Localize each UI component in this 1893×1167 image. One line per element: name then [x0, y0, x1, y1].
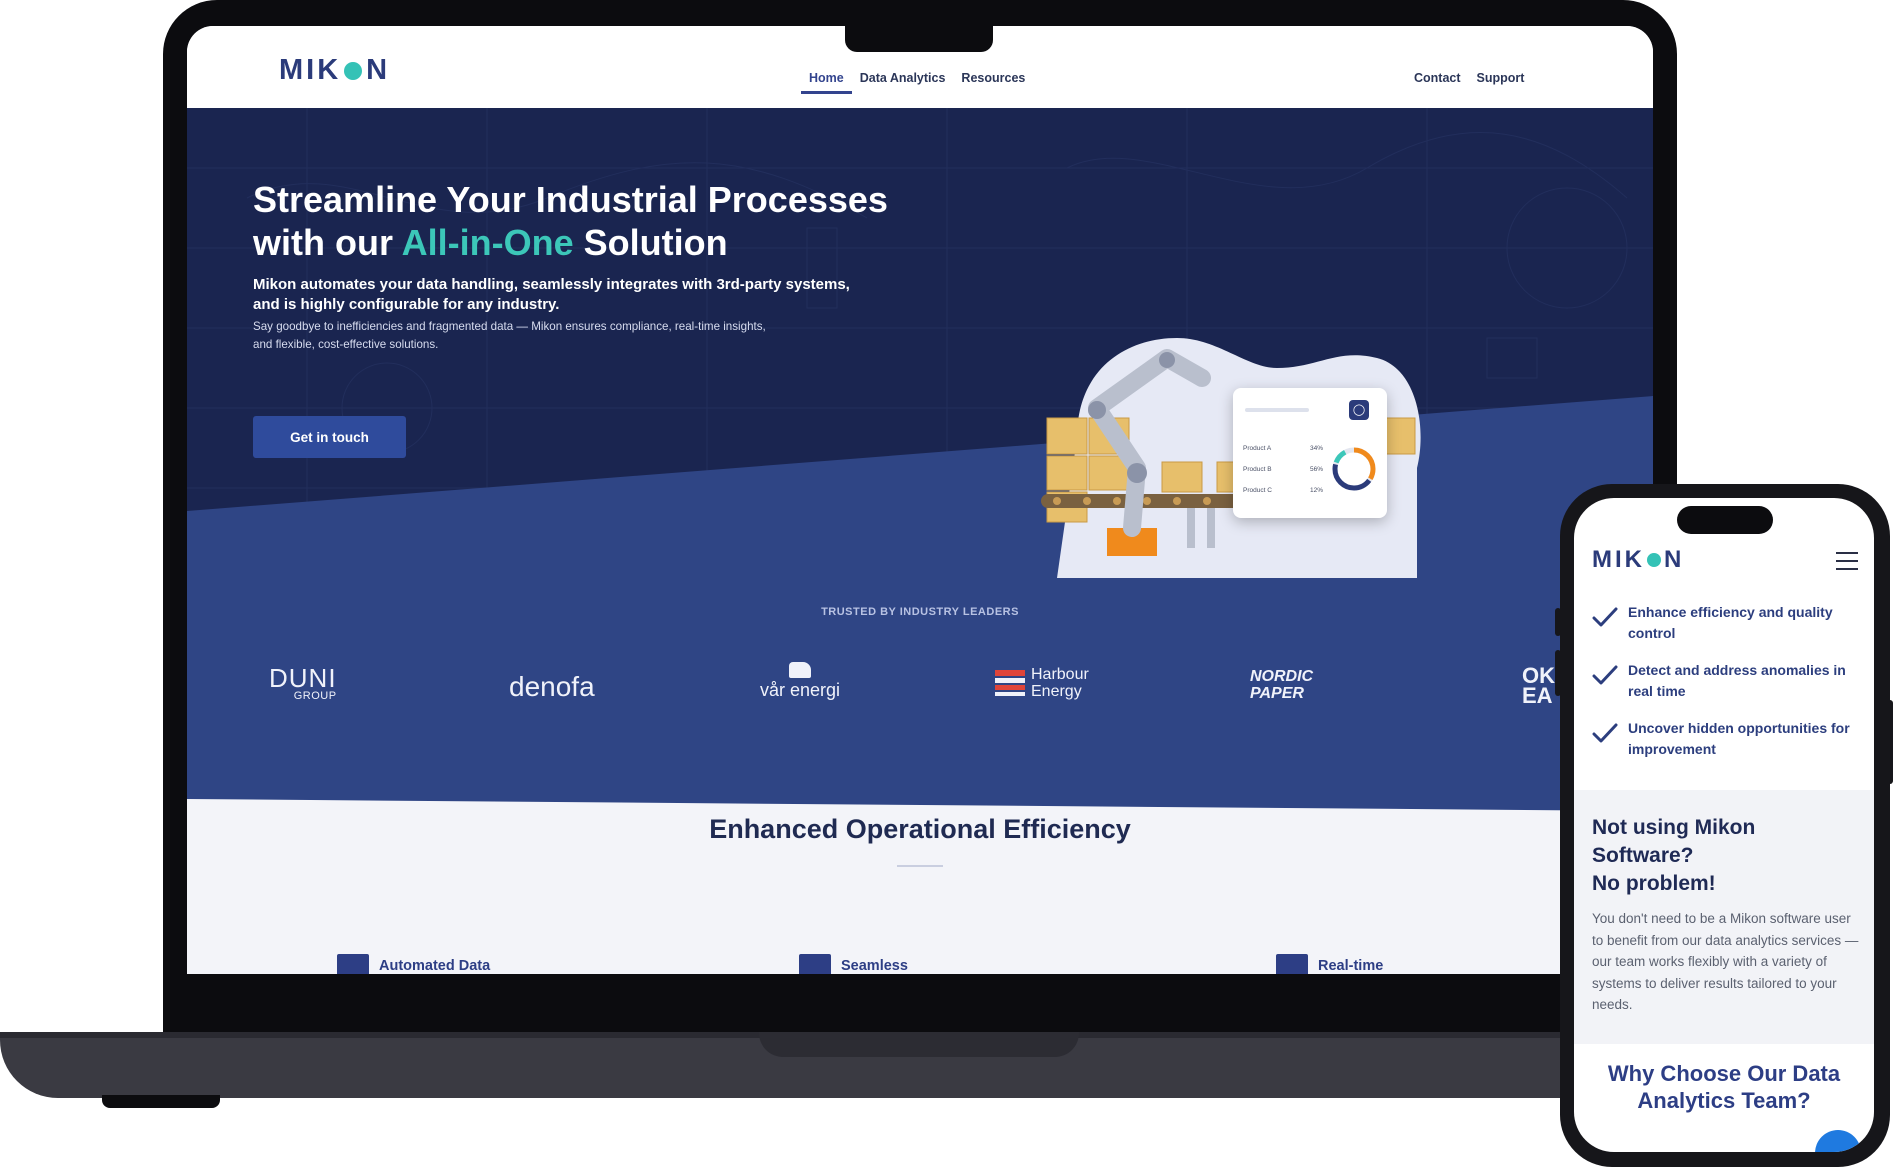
laptop-screen: MIK N Home Data Analytics Resources Conta…: [187, 26, 1653, 974]
phone-dynamic-island: [1677, 506, 1773, 534]
feature-real-time[interactable]: Real-time: [1276, 954, 1383, 974]
harbour-line1: Harbour: [1031, 666, 1089, 683]
nordic-line1: NORDIC: [1250, 668, 1314, 685]
hero-title-line2-end: Solution: [573, 222, 728, 263]
harbour-line2: Energy: [1031, 683, 1082, 700]
harbour-flag-icon: [995, 670, 1025, 696]
mobile-mikon-logo[interactable]: MIK N: [1592, 546, 1684, 574]
list-item: Detect and address anomalies in real tim…: [1592, 660, 1860, 718]
mikon-logo[interactable]: MIK N: [279, 54, 390, 87]
card-row-value: 56%: [1309, 466, 1323, 473]
laptop-camera-notch: [845, 24, 993, 52]
feature-label: Seamless: [841, 958, 908, 974]
card-product-list: Product A 34% Product B 56% Product C 12%: [1243, 438, 1323, 501]
title-divider: [897, 865, 943, 867]
nav-data-analytics[interactable]: Data Analytics: [852, 70, 954, 94]
promo-heading-line3: No problem!: [1592, 872, 1716, 895]
nav-resources[interactable]: Resources: [953, 70, 1033, 94]
harbour-text: Harbour Energy: [1031, 666, 1089, 700]
card-row-label: Product B: [1243, 466, 1272, 473]
dog-icon: [789, 662, 811, 678]
card-row-label: Product A: [1243, 445, 1272, 452]
card-row-value: 12%: [1309, 487, 1323, 494]
duni-text: DUNI: [269, 663, 337, 693]
efficiency-title: Enhanced Operational Efficiency: [709, 814, 1131, 844]
promo-heading-line2: Software?: [1592, 844, 1694, 867]
logo-dot-icon: [344, 61, 363, 80]
promo-heading-line1: Not using Mikon: [1592, 816, 1756, 839]
card-row-value: 34%: [1309, 445, 1323, 452]
hero-title-line1: Streamline Your Industrial Processes: [253, 179, 888, 220]
laptop-foot: [102, 1095, 220, 1108]
card-row: Product C 12%: [1243, 480, 1323, 501]
logo-text-end: N: [366, 54, 391, 86]
hero-subtitle: Mikon automates your data handling, seam…: [253, 276, 850, 313]
promo-text: You don't need to be a Mikon software us…: [1592, 911, 1859, 1012]
logo-dot-icon: [1647, 553, 1661, 567]
chat-bubble-button[interactable]: [1815, 1130, 1861, 1152]
feature-label: Automated Data: [379, 958, 491, 974]
donut-chart-icon: [1332, 447, 1376, 491]
logo-text-end: N: [1664, 546, 1685, 573]
promo-heading: Not using Mikon Software? No problem!: [1592, 814, 1856, 898]
nav-contact[interactable]: Contact: [1406, 70, 1469, 94]
logo-var-energi: vår energi: [755, 662, 845, 701]
feature-label: Real-time: [1318, 958, 1384, 974]
hero-title-accent: All-in-One: [401, 222, 574, 263]
feature-seamless[interactable]: Seamless: [799, 954, 908, 974]
hamburger-menu-icon[interactable]: [1836, 552, 1858, 570]
trusted-heading: TRUSTED BY INDUSTRY LEADERS: [821, 606, 1019, 618]
card-row: Product B 56%: [1243, 459, 1323, 480]
checkmark-icon: [1592, 607, 1618, 627]
why-choose-heading: Why Choose Our Data Analytics Team?: [1607, 1061, 1841, 1113]
secondary-nav: Contact Support: [1406, 70, 1532, 94]
realtime-icon: [1276, 954, 1308, 974]
hero-description: Say goodbye to inefficiencies and fragme…: [253, 320, 766, 351]
feature-automated-data[interactable]: Automated Data: [337, 954, 490, 974]
benefit-text: Uncover hidden opportunities for improve…: [1628, 720, 1850, 757]
benefit-text: Detect and address anomalies in real tim…: [1628, 662, 1846, 699]
card-header-bar: [1245, 408, 1309, 412]
phone-volume-button: [1555, 608, 1561, 636]
hero-title-line2-start: with our: [253, 222, 402, 263]
card-row: Product A 34%: [1243, 438, 1323, 459]
var-energi-text: vår energi: [759, 680, 841, 700]
card-row-label: Product C: [1243, 487, 1272, 494]
shield-icon: ◯: [1349, 400, 1369, 420]
logo-duni: DUNI GROUP: [269, 663, 337, 702]
checkmark-icon: [1592, 723, 1618, 743]
list-item: Enhance efficiency and quality control: [1592, 602, 1860, 660]
nav-support[interactable]: Support: [1469, 70, 1533, 94]
phone-screen: MIK N Enhance efficiency and quality cont…: [1574, 498, 1874, 1152]
nordic-line2: PAPER: [1250, 685, 1304, 702]
okea-line2: EA: [1522, 683, 1553, 708]
laptop-hinge-groove: [759, 1032, 1079, 1057]
logo-okea: OK EA: [1522, 665, 1555, 708]
hero-title: Streamline Your Industrial Processes wit…: [253, 178, 1013, 264]
benefits-list: Enhance efficiency and quality control D…: [1592, 602, 1860, 776]
list-item: Uncover hidden opportunities for improve…: [1592, 718, 1860, 776]
logo-text-start: MIK: [279, 54, 342, 86]
checkmark-icon: [1592, 665, 1618, 685]
automation-icon: [337, 954, 369, 974]
logo-harbour-energy: Harbour Energy: [995, 666, 1089, 700]
logo-denofa: denofa: [509, 671, 595, 702]
benefit-text: Enhance efficiency and quality control: [1628, 604, 1833, 641]
phone-power-button: [1887, 700, 1893, 784]
phone-volume-button: [1555, 650, 1561, 696]
nav-home[interactable]: Home: [801, 70, 852, 94]
logo-text-start: MIK: [1592, 546, 1645, 573]
integration-icon: [799, 954, 831, 974]
dashboard-card: ◯ Product A 34% Product B 56% Product C 12%: [1233, 388, 1387, 518]
main-nav: Home Data Analytics Resources: [801, 70, 1033, 94]
logo-nordic-paper: NORDIC PAPER: [1250, 668, 1313, 702]
